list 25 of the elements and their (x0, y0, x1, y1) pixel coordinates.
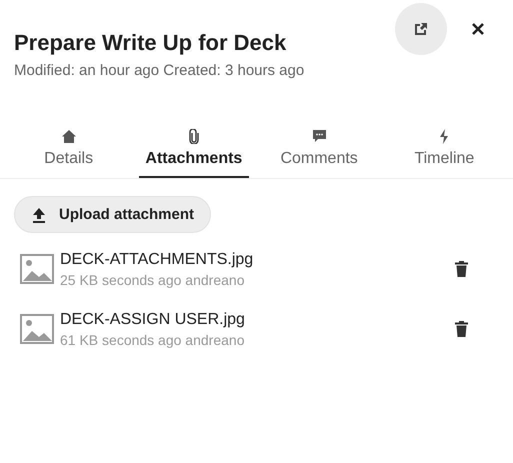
tab[interactable]: Details (14, 128, 124, 178)
card-meta: Modified: an hour ago Created: 3 hours ago (14, 62, 306, 79)
home-icon (62, 130, 76, 142)
file-info: 61 KB seconds ago andreano (60, 332, 246, 348)
tab[interactable]: Attachments (139, 128, 248, 178)
open-external-button[interactable] (395, 3, 447, 55)
tab[interactable]: Timeline (390, 128, 499, 178)
trash-icon (455, 261, 468, 277)
close-icon (471, 22, 485, 36)
delete-button[interactable] (455, 261, 468, 277)
image-file-icon (20, 314, 54, 344)
comment-icon (312, 129, 327, 143)
paperclip-icon (188, 128, 199, 144)
delete-button[interactable] (455, 321, 468, 337)
file-name[interactable]: DECK-ASSIGN USER.jpg (60, 310, 455, 328)
card-title: Prepare Write Up for Deck (14, 29, 288, 56)
file-info: 25 KB seconds ago andreano (60, 272, 246, 288)
external-link-icon (413, 21, 429, 37)
upload-button[interactable]: Upload attachment (14, 196, 212, 233)
lightning-icon (439, 128, 450, 144)
image-file-icon (20, 254, 54, 284)
file-name[interactable]: DECK-ATTACHMENTS.jpg (60, 250, 455, 268)
upload-icon (31, 206, 47, 222)
tab[interactable]: Comments (264, 128, 374, 178)
trash-icon (455, 321, 468, 337)
